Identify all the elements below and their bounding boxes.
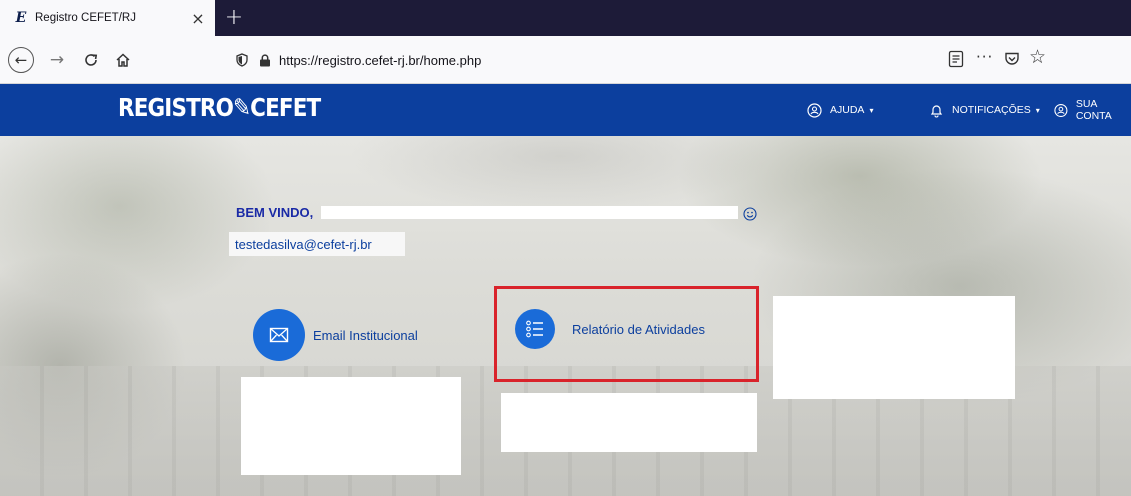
report-card <box>501 393 757 452</box>
email-institucional-shortcut[interactable]: Email Institucional <box>253 309 418 361</box>
notifications-label: NOTIFICAÇÕES <box>952 104 1031 116</box>
email-institucional-label[interactable]: Email Institucional <box>313 328 418 343</box>
envelope-icon <box>269 327 289 343</box>
forward-button[interactable]: → <box>45 48 69 72</box>
more-actions-icon[interactable]: ··· <box>976 48 993 66</box>
browser-nav-bar: ← → https://registro.cefet-rj.br/home.ph… <box>0 36 1131 84</box>
bookmark-star-icon[interactable]: ☆ <box>1029 46 1046 68</box>
shortcut-card <box>773 296 1015 399</box>
help-label: AJUDA <box>830 104 865 116</box>
highlight-annotation <box>494 286 759 382</box>
bell-icon <box>930 104 943 117</box>
user-circle-icon <box>1054 103 1068 117</box>
site-header: REGISTRO✎CEFET AJUDA ▾ NOTIFICAÇÕES ▾ SU… <box>0 84 1131 136</box>
email-card <box>241 377 461 475</box>
user-email: testedasilva@cefet-rj.br <box>229 232 405 256</box>
pocket-icon[interactable] <box>1004 51 1020 67</box>
chevron-down-icon: ▾ <box>1035 105 1040 115</box>
tab-title: Registro CEFET/RJ <box>35 12 136 24</box>
browser-tab-strip: E Registro CEFET/RJ × + <box>0 0 1131 36</box>
home-button[interactable] <box>111 48 135 72</box>
account-label: SUA CONTA <box>1075 98 1112 122</box>
tracking-shield-icon[interactable] <box>235 53 249 67</box>
address-bar[interactable]: https://registro.cefet-rj.br/home.php <box>232 50 1004 70</box>
user-name-field <box>321 206 738 219</box>
notifications-menu[interactable]: NOTIFICAÇÕES ▾ <box>929 84 1040 136</box>
url-text[interactable]: https://registro.cefet-rj.br/home.php <box>279 53 481 68</box>
welcome-heading: BEM VINDO, <box>236 205 314 220</box>
home-icon <box>116 53 130 67</box>
close-tab-icon[interactable]: × <box>189 9 207 28</box>
reload-button[interactable] <box>79 48 103 72</box>
browser-tab[interactable]: E Registro CEFET/RJ × <box>0 0 215 36</box>
page-content: BEM VINDO, testedasilva@cefet-rj.br Emai… <box>0 136 1131 496</box>
back-button[interactable]: ← <box>8 47 34 73</box>
lock-icon[interactable] <box>259 53 271 67</box>
site-logo[interactable]: REGISTRO✎CEFET <box>118 93 321 122</box>
envelope-icon-circle[interactable] <box>253 309 305 361</box>
user-circle-icon <box>807 102 822 118</box>
smile-icon <box>743 207 757 221</box>
account-menu[interactable]: SUA CONTA <box>1054 84 1131 136</box>
new-tab-button[interactable]: + <box>221 4 247 30</box>
reload-icon <box>85 54 98 66</box>
help-menu[interactable]: AJUDA ▾ <box>807 84 873 136</box>
reader-view-icon[interactable] <box>948 50 964 68</box>
chevron-down-icon: ▾ <box>869 105 874 115</box>
cefet-logo-icon: E <box>15 10 27 26</box>
